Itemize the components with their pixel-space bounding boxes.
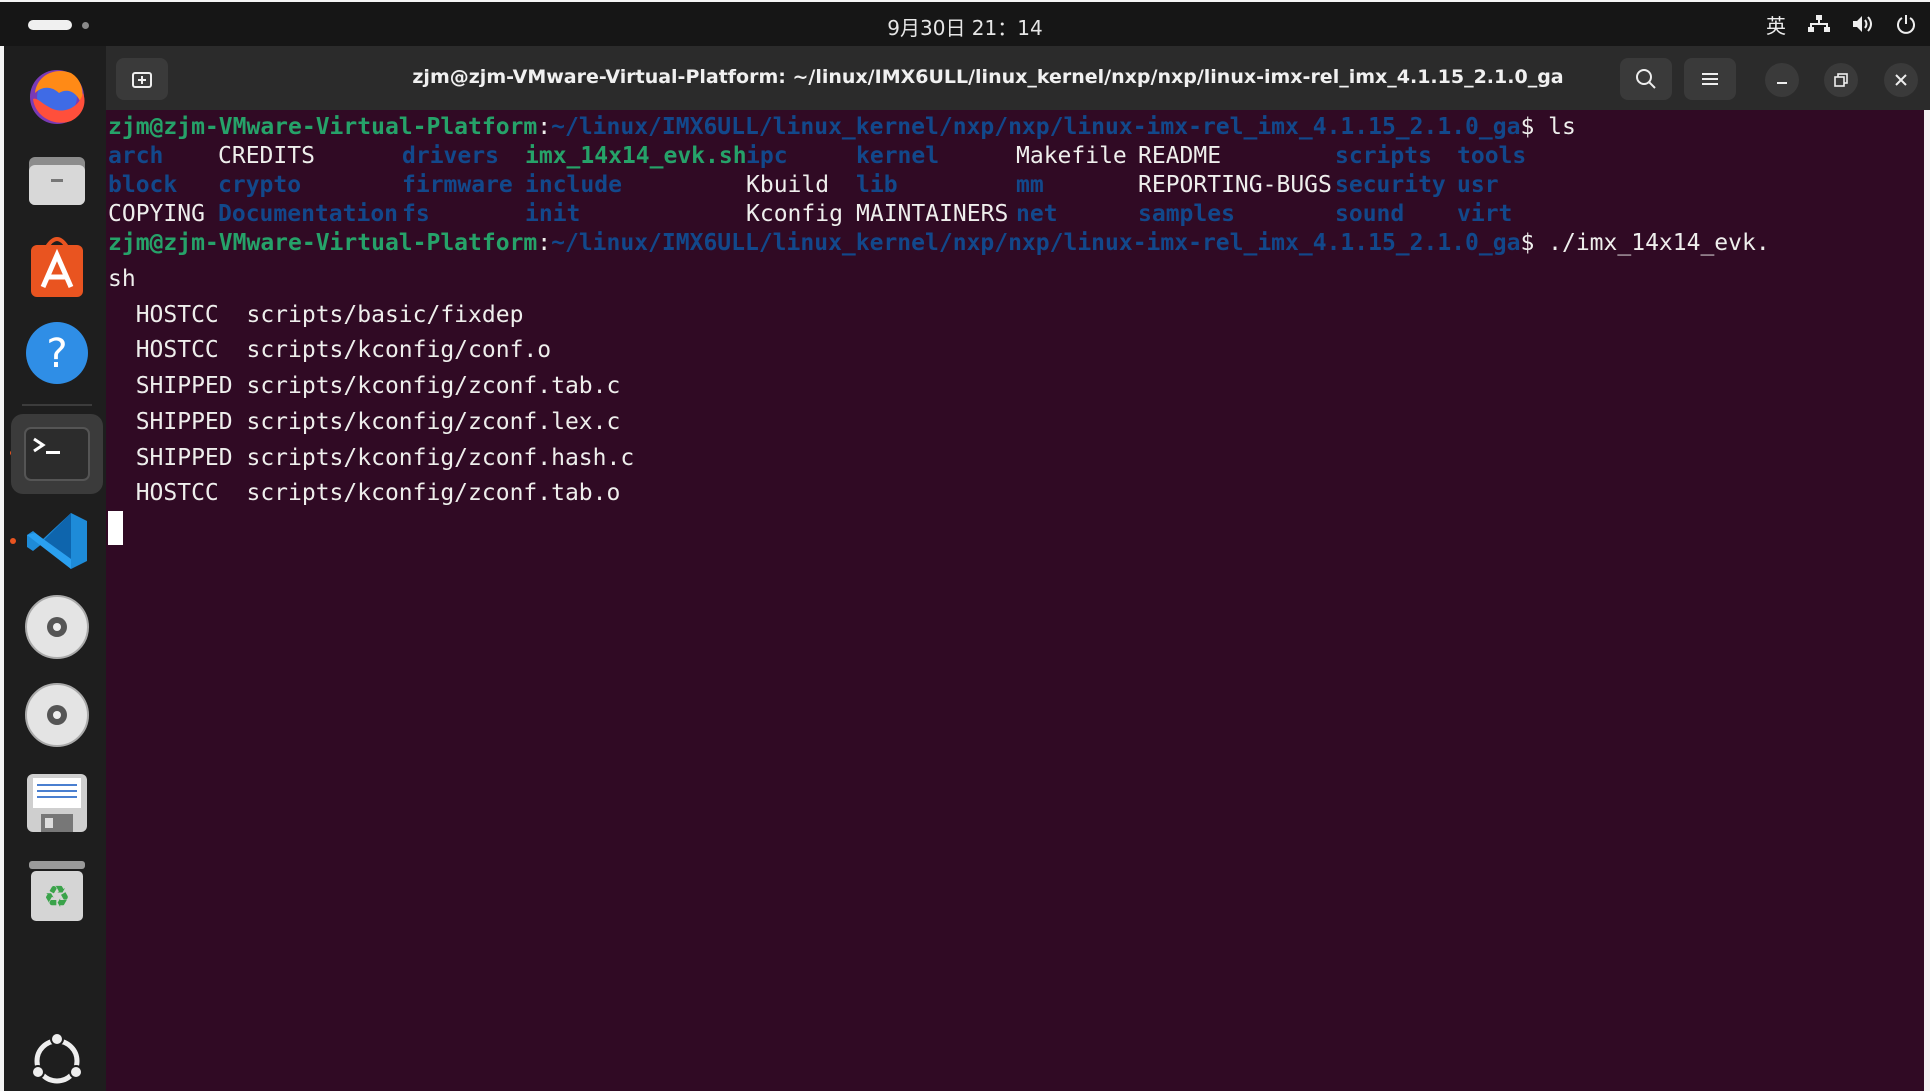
running-indicator (10, 538, 16, 544)
menu-button[interactable] (1684, 58, 1736, 100)
dock: ? ♻ (0, 46, 106, 1091)
command-wrap: sh (108, 266, 136, 292)
prompt-path: ~/linux/IMX6ULL/linux_kernel/nxp/nxp/lin… (551, 114, 1521, 140)
clock[interactable]: 9月30日 21：14 (0, 12, 1930, 41)
build-line: SHIPPED scripts/kconfig/zconf.hash.c (108, 445, 635, 471)
terminal-output[interactable]: zjm@zjm-VMware-Virtual-Platform:~/linux/… (106, 110, 1924, 1091)
top-edge (0, 0, 1930, 2)
title-bar[interactable]: zjm@zjm-VMware-Virtual-Platform: ~/linux… (106, 46, 1930, 110)
svg-text:?: ? (46, 331, 67, 377)
system-tray[interactable]: 英 (1766, 10, 1916, 38)
files-icon[interactable] (22, 146, 92, 216)
text-cursor (108, 511, 123, 545)
restore-button[interactable] (1824, 63, 1858, 97)
volume-icon[interactable] (1852, 14, 1874, 34)
show-apps-icon[interactable] (22, 1026, 92, 1091)
command-text: ./imx_14x14_evk. (1548, 230, 1770, 256)
vscode-icon[interactable] (22, 506, 92, 576)
trash-icon[interactable]: ♻ (22, 856, 92, 926)
dock-left-edge (0, 46, 4, 1091)
scrollbar[interactable] (1924, 110, 1930, 1091)
disc-icon[interactable] (22, 680, 92, 750)
build-line: HOSTCC scripts/kconfig/zconf.tab.o (108, 480, 621, 506)
input-method-indicator[interactable]: 英 (1766, 10, 1786, 39)
build-line: HOSTCC scripts/kconfig/conf.o (108, 337, 552, 363)
command-text: ls (1548, 114, 1576, 140)
prompt-user: zjm@zjm-VMware-Virtual-Platform (108, 230, 538, 256)
prompt-path: ~/linux/IMX6ULL/linux_kernel/nxp/nxp/lin… (551, 230, 1521, 256)
save-icon[interactable] (22, 768, 92, 838)
svg-text:♻: ♻ (44, 880, 71, 915)
top-bar: 9月30日 21：14 英 (0, 0, 1930, 46)
prompt-line: zjm@zjm-VMware-Virtual-Platform:~/linux/… (108, 230, 1770, 256)
build-line: HOSTCC scripts/basic/fixdep (108, 302, 524, 328)
terminal-icon[interactable] (11, 414, 103, 494)
build-line: SHIPPED scripts/kconfig/zconf.lex.c (108, 409, 621, 435)
dock-separator (22, 404, 92, 406)
prompt-user: zjm@zjm-VMware-Virtual-Platform (108, 114, 538, 140)
app-center-icon[interactable] (22, 232, 92, 302)
terminal-window[interactable]: zjm@zjm-VMware-Virtual-Platform: ~/linux… (106, 46, 1930, 1091)
close-button[interactable] (1884, 63, 1918, 97)
firefox-icon[interactable] (22, 60, 92, 130)
disc-icon[interactable] (22, 592, 92, 662)
minimize-button[interactable] (1765, 63, 1799, 97)
network-icon[interactable] (1808, 14, 1830, 34)
help-icon[interactable]: ? (22, 318, 92, 388)
build-line: SHIPPED scripts/kconfig/zconf.tab.c (108, 373, 621, 399)
search-button[interactable] (1620, 58, 1672, 100)
power-icon[interactable] (1896, 14, 1916, 34)
